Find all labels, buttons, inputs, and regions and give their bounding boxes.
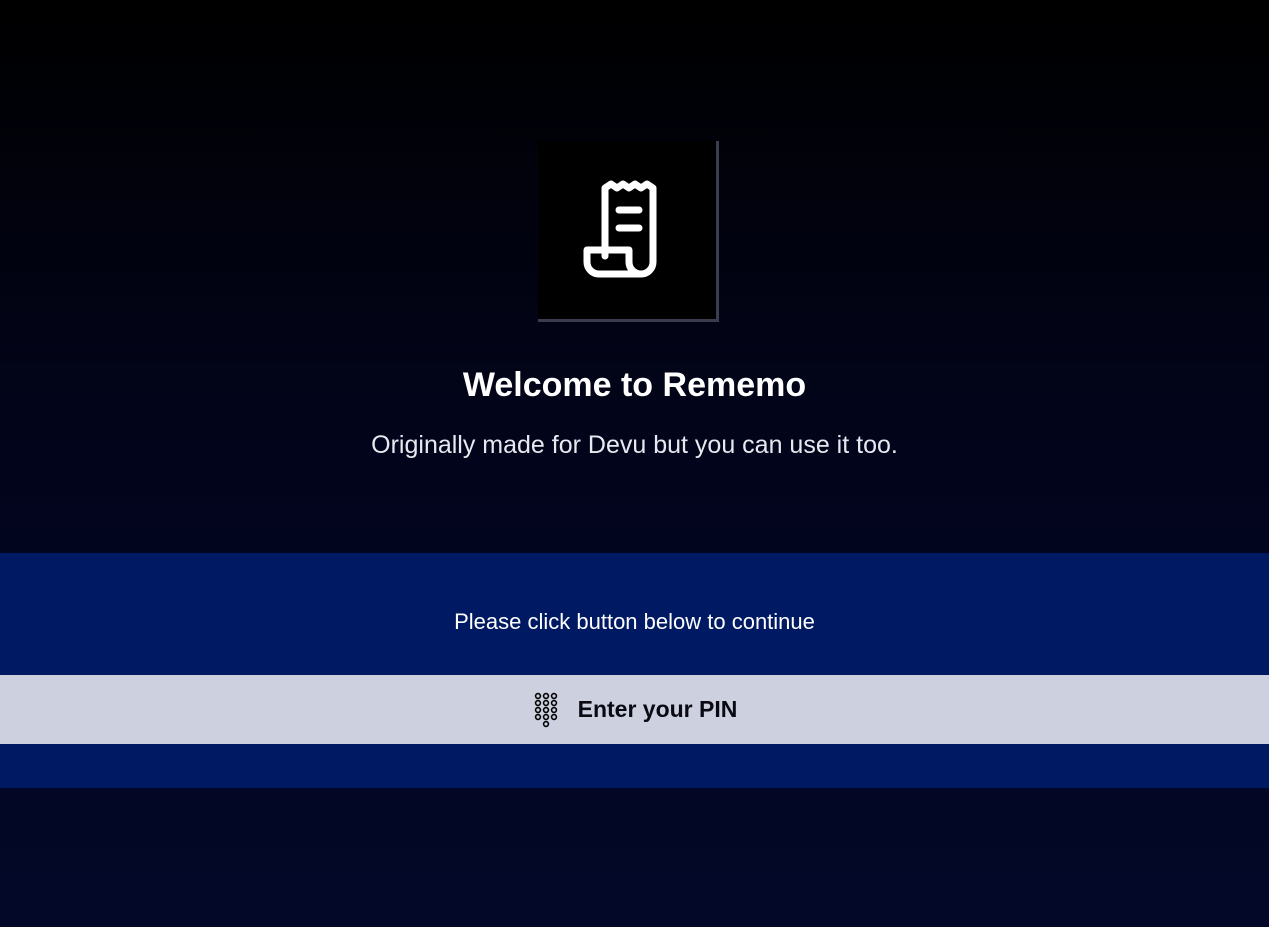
app-logo (538, 141, 719, 322)
enter-pin-button[interactable]: Enter your PIN (0, 675, 1269, 744)
page-title: Welcome to Rememo (462, 366, 807, 404)
enter-pin-label: Enter your PIN (577, 696, 738, 722)
instruction-text: Please click button below to continue (454, 609, 815, 634)
action-band (0, 553, 1269, 788)
keypad-icon (534, 692, 557, 727)
receipt-icon (583, 180, 657, 278)
page-subtitle: Originally made for Devu but you can use… (371, 431, 898, 459)
